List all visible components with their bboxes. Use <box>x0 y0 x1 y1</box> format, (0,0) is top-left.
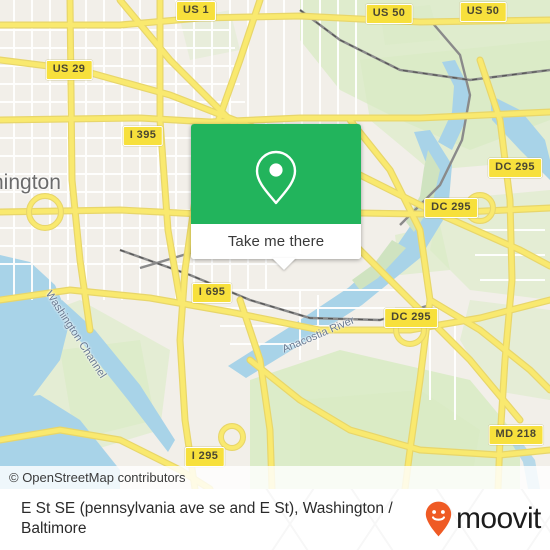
road-shield: US 29 <box>45 60 93 80</box>
map-place-label-washington: hington <box>0 171 61 194</box>
popup-pointer-tail <box>272 258 296 270</box>
moovit-map-screenshot: hington Washington Channel Anacostia Riv… <box>0 0 550 550</box>
road-shield: US 1 <box>175 1 217 21</box>
moovit-logo[interactable]: moovit <box>425 501 541 537</box>
page-title: E St SE (pennsylvania ave se and E St), … <box>21 500 393 537</box>
location-popup-card[interactable]: Take me there <box>191 124 361 259</box>
map-canvas[interactable]: hington Washington Channel Anacostia Riv… <box>0 0 550 489</box>
road-shield: I 695 <box>191 283 233 303</box>
popup-action-bar[interactable]: Take me there <box>191 224 361 259</box>
road-shield: I 395 <box>122 126 164 146</box>
take-me-there-label: Take me there <box>227 233 325 250</box>
popup-image-area <box>191 124 361 224</box>
openstreetmap-attribution: © OpenStreetMap contributors <box>9 470 186 485</box>
road-shield: DC 295 <box>384 308 438 328</box>
road-shield: I 295 <box>184 447 226 467</box>
moovit-wordmark: moovit <box>456 502 541 535</box>
road-shield: DC 295 <box>424 198 478 218</box>
map-pin-icon <box>255 150 297 205</box>
road-shield: DC 295 <box>488 158 542 178</box>
road-shield: MD 218 <box>488 425 544 445</box>
moovit-smiley-pin-icon <box>425 501 452 537</box>
road-shield: US 50 <box>459 2 507 22</box>
map-attribution-bar: © OpenStreetMap contributors <box>0 466 550 489</box>
road-shield: US 50 <box>365 4 413 24</box>
